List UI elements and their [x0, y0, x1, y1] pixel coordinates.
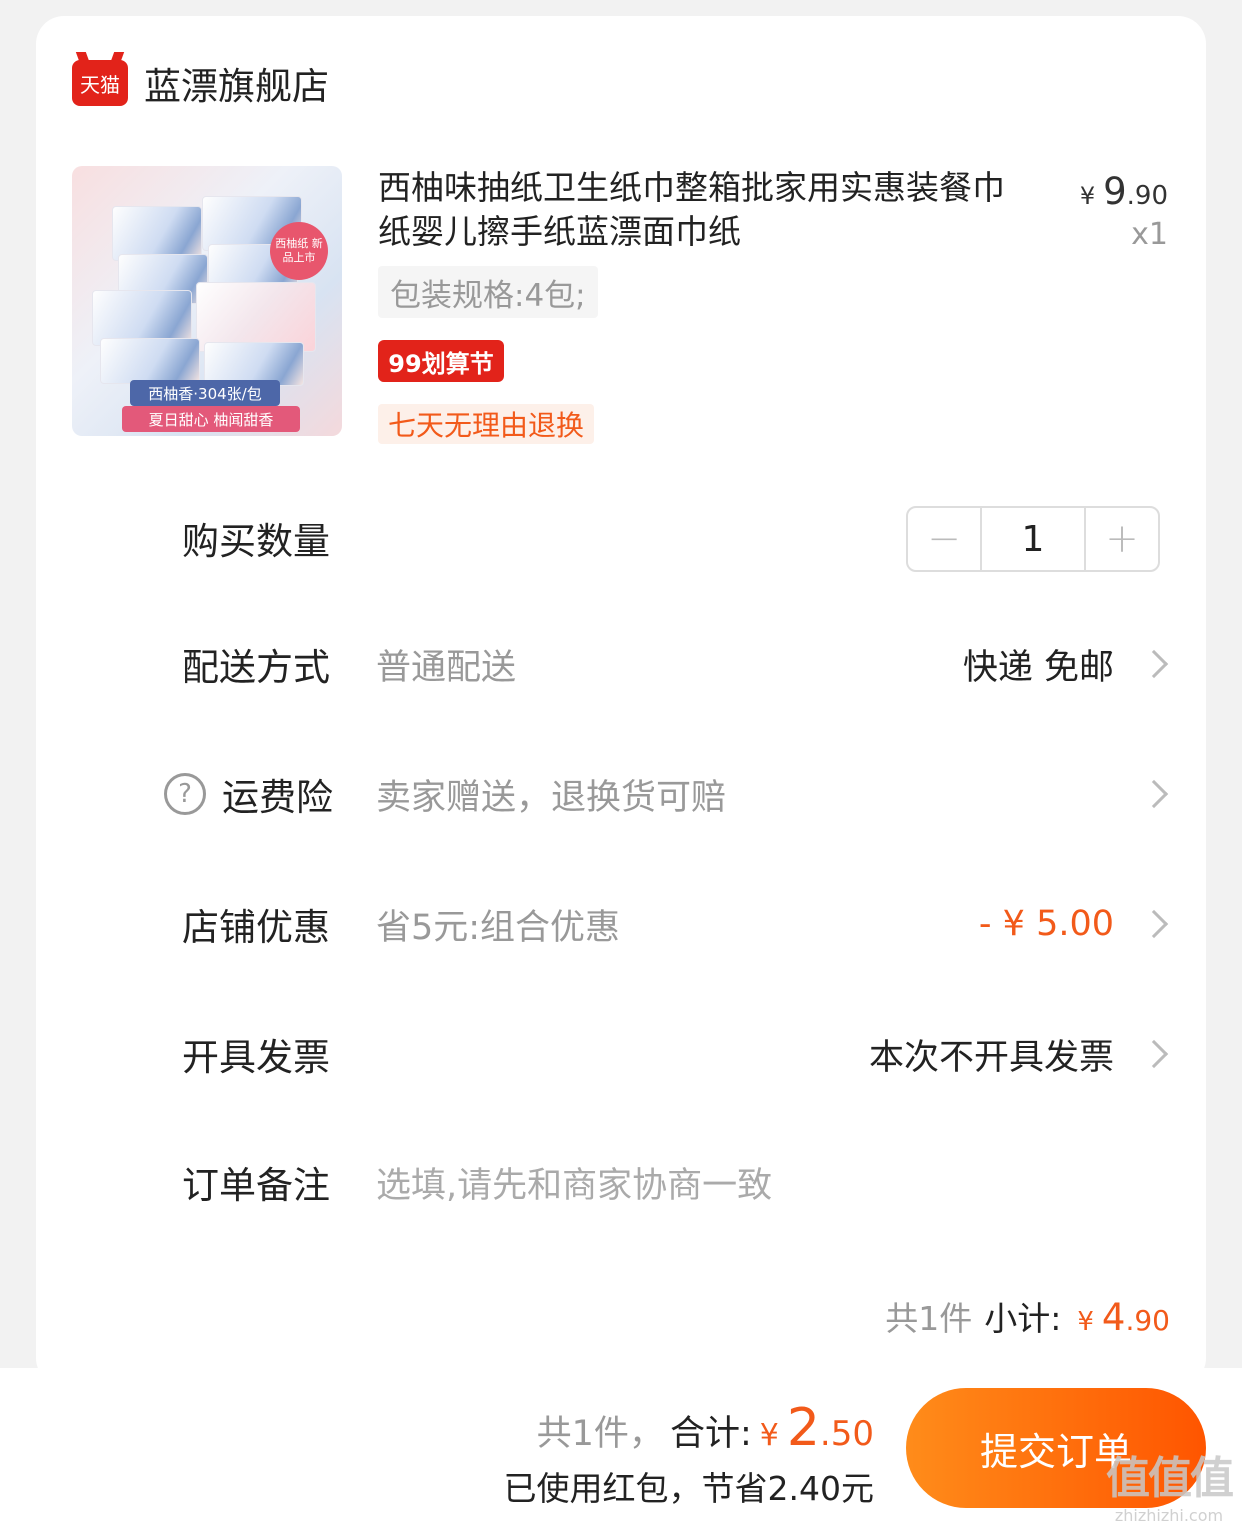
- total-label: 合计:: [669, 1414, 752, 1454]
- subtotal-currency: ¥: [1077, 1307, 1094, 1337]
- image-label-scent: 西柚香·304张/包: [130, 380, 280, 406]
- price-currency: ¥: [1079, 182, 1096, 210]
- image-label-slogan: 夏日甜心 柚闻甜香: [122, 406, 300, 432]
- watermark-url: zhizhizhi.com: [1114, 1506, 1224, 1525]
- total-currency: ¥: [759, 1418, 779, 1453]
- watermark: 值值值 zhizhizhi.com: [1106, 1442, 1234, 1525]
- order-note-label: 订单备注: [182, 1164, 330, 1207]
- invoice-row[interactable]: 开具发票 本次不开具发票: [36, 1024, 1206, 1084]
- subtotal-amount: ¥4.90: [1077, 1296, 1170, 1339]
- subtotal-count: 共1件: [885, 1299, 973, 1338]
- decrement-button[interactable]: −: [908, 508, 980, 570]
- order-card: 天猫 蓝漂旗舰店 西柚纸 新品上市 西柚香·304张/包 夏日甜心 柚闻甜香 西…: [36, 16, 1206, 1386]
- product-title[interactable]: 西柚味抽纸卫生纸巾整箱批家用实惠装餐巾纸婴儿擦手纸蓝漂面巾纸: [378, 166, 1018, 254]
- store-discount-sub: 省5元:组合优惠: [376, 907, 621, 948]
- total-dec: .50: [819, 1414, 874, 1454]
- store-header[interactable]: 天猫 蓝漂旗舰店: [72, 56, 329, 110]
- chevron-right-icon: [1139, 779, 1169, 809]
- question-icon[interactable]: ?: [164, 773, 206, 815]
- chevron-right-icon: [1139, 649, 1169, 679]
- insurance-sub: 卖家赠送，退换货可赔: [376, 777, 727, 818]
- invoice-label: 开具发票: [182, 1036, 330, 1079]
- total-int: 2: [786, 1398, 820, 1458]
- price-dec: .90: [1126, 181, 1168, 211]
- delivery-row[interactable]: 配送方式 普通配送 快递 免邮: [36, 634, 1206, 694]
- price-int: 9: [1103, 170, 1127, 213]
- watermark-logo: 值值值: [1106, 1453, 1234, 1504]
- quantity-stepper[interactable]: − 1 +: [906, 506, 1160, 572]
- total-line: 共1件， 合计: ¥2.50: [537, 1398, 874, 1458]
- quantity-label: 购买数量: [182, 520, 330, 563]
- subtotal-int: 4: [1101, 1296, 1126, 1339]
- subtotal-label: 小计:: [984, 1299, 1062, 1338]
- store-name[interactable]: 蓝漂旗舰店: [144, 56, 329, 110]
- tmall-logo: 天猫: [72, 60, 128, 106]
- order-note-row: 订单备注 选填,请先和商家协商一致: [36, 1152, 1206, 1212]
- spec-tag[interactable]: 包装规格:4包;: [378, 266, 598, 318]
- subtotal: 共1件 小计: ¥4.90: [885, 1292, 1170, 1340]
- increment-button[interactable]: +: [1086, 508, 1158, 570]
- product-price: ¥9.90: [1080, 170, 1168, 213]
- store-discount-label: 店铺优惠: [182, 906, 330, 949]
- product-price-box: ¥9.90 x1: [1080, 170, 1168, 252]
- checkout-bar: 共1件， 合计: ¥2.50 已使用红包，节省2.40元 提交订单 值值值 zh…: [0, 1368, 1242, 1529]
- red-packet-savings: 已使用红包，节省2.40元: [503, 1469, 874, 1508]
- order-note-input[interactable]: 选填,请先和商家协商一致: [376, 1157, 772, 1208]
- delivery-value: 快递 免邮: [962, 647, 1114, 688]
- invoice-value: 本次不开具发票: [868, 1037, 1114, 1078]
- store-discount-value: - ¥ 5.00: [978, 904, 1114, 944]
- tissue-pack: [112, 206, 202, 261]
- store-discount-row[interactable]: 店铺优惠 省5元:组合优惠 - ¥ 5.00: [36, 894, 1206, 954]
- subtotal-dec: .90: [1125, 1304, 1170, 1337]
- promo-tag: 99划算节: [378, 340, 504, 382]
- total-count: 共1件，: [536, 1414, 664, 1454]
- chevron-right-icon: [1139, 909, 1169, 939]
- quantity-value[interactable]: 1: [980, 508, 1086, 570]
- new-product-badge: 西柚纸 新品上市: [270, 222, 328, 280]
- product-quantity: x1: [1131, 217, 1168, 252]
- product-image[interactable]: 西柚纸 新品上市 西柚香·304张/包 夏日甜心 柚闻甜香: [72, 166, 342, 436]
- delivery-sub: 普通配送: [376, 647, 517, 688]
- total-amount: ¥2.50: [760, 1398, 874, 1458]
- chevron-right-icon: [1139, 1039, 1169, 1069]
- tissue-pack: [100, 338, 200, 384]
- insurance-row[interactable]: ? 运费险 卖家赠送，退换货可赔: [36, 764, 1206, 824]
- delivery-label: 配送方式: [182, 646, 330, 689]
- insurance-label: 运费险: [222, 776, 333, 819]
- return-policy-tag: 七天无理由退换: [378, 404, 595, 444]
